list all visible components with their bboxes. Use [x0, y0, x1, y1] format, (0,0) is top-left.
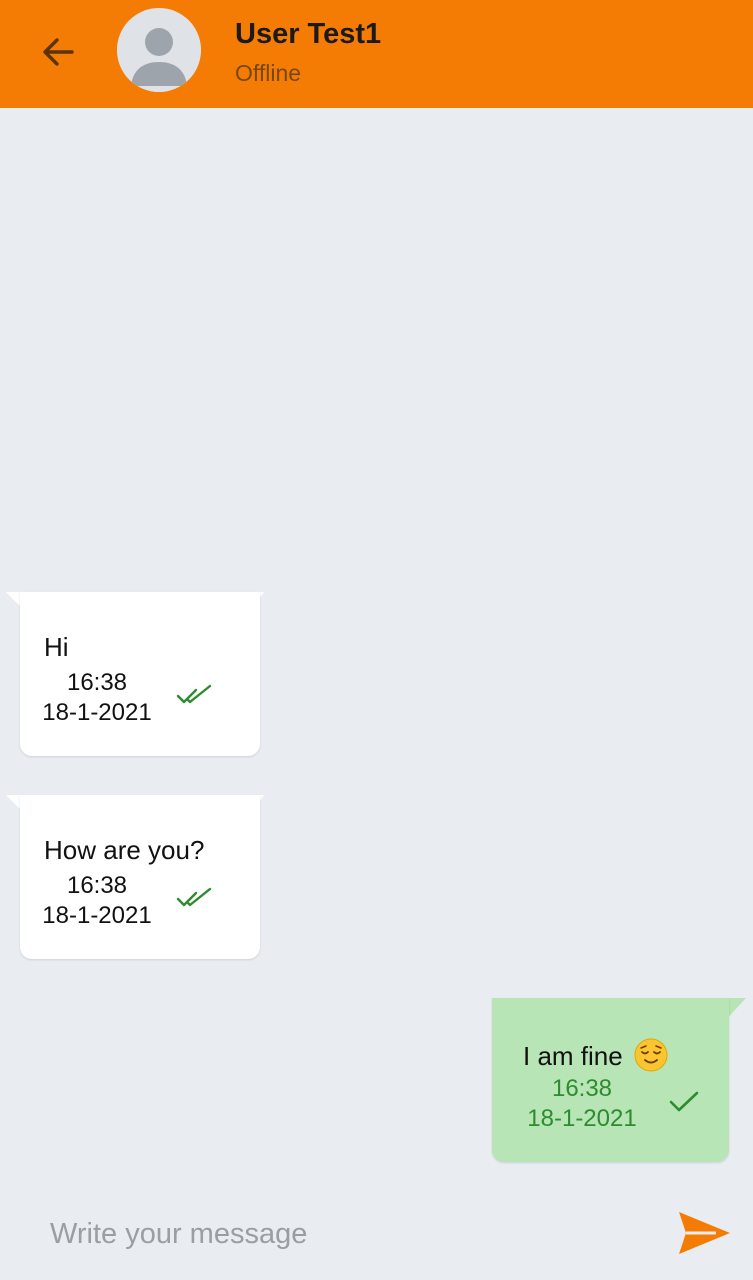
message-bubble-sent[interactable]: I am fine 16:38 18-1-2021: [492, 998, 746, 1162]
arrow-left-icon: [43, 38, 74, 66]
message-bubble-received[interactable]: Hi 16:38 18-1-2021: [6, 592, 264, 756]
message-input[interactable]: [50, 1210, 630, 1258]
message-date: 18-1-2021: [42, 902, 152, 929]
message-timestamp: 16:38 18-1-2021: [517, 1074, 647, 1134]
send-icon: [679, 1212, 730, 1254]
contact-status: Offline: [235, 60, 302, 86]
message-text: I am fine: [523, 1038, 668, 1072]
message-time: 16:38: [66, 872, 128, 899]
send-button[interactable]: [672, 1205, 736, 1261]
message-text-content: I am fine: [523, 1041, 623, 1071]
message-date: 18-1-2021: [42, 699, 152, 726]
message-timestamp: 16:38 18-1-2021: [32, 668, 162, 728]
message-composer: [0, 1190, 753, 1280]
single-check-icon: [669, 1091, 699, 1112]
double-check-icon: [176, 684, 212, 704]
message-text: Hi: [44, 632, 69, 662]
back-button[interactable]: [30, 24, 86, 80]
relieved-face-emoji: [634, 1038, 668, 1072]
message-time: 16:38: [66, 669, 128, 696]
message-text: How are you?: [44, 835, 205, 865]
contact-name: User Test1: [235, 18, 382, 50]
message-time: 16:38: [551, 1075, 613, 1102]
message-date: 18-1-2021: [527, 1105, 637, 1132]
message-bubble-received[interactable]: How are you? 16:38 18-1-2021: [6, 795, 264, 959]
user-avatar-icon: [117, 8, 201, 92]
chat-screen: User Test1 Offline Hi 16:38 18-1-2021 Ho…: [0, 0, 753, 1280]
chat-header: User Test1 Offline: [0, 0, 753, 108]
message-timestamp: 16:38 18-1-2021: [32, 871, 162, 931]
double-check-icon: [176, 887, 212, 907]
avatar[interactable]: [117, 8, 201, 92]
